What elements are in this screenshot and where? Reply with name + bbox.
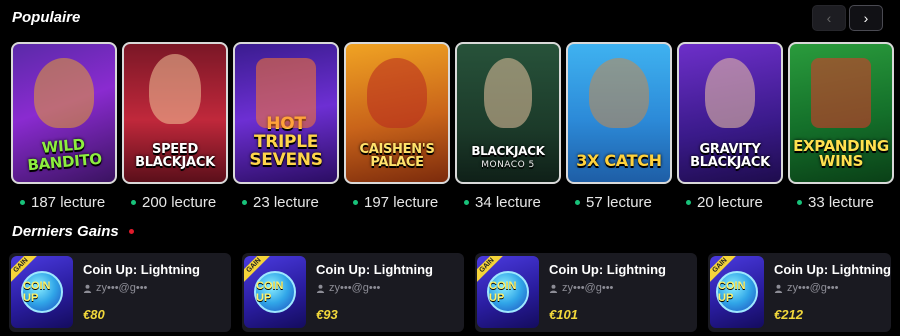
game-card[interactable]: Hot Triple Sevens 23 lecture (233, 42, 339, 211)
game-card[interactable]: Expanding Wins 33 lecture (788, 42, 894, 211)
game-art (705, 58, 755, 128)
play-count: 34 lecture (455, 194, 561, 211)
game-card[interactable]: 3x Catch 57 lecture (566, 42, 672, 211)
win-card[interactable]: GAIN COIN UP Coin Up: Lightning zy•••@g•… (242, 253, 464, 332)
game-thumbnail[interactable]: GAIN COIN UP (477, 256, 539, 328)
user-icon (316, 284, 325, 293)
game-card[interactable]: Speed Blackjack 200 lecture (122, 42, 228, 211)
win-game-name: Coin Up: Lightning (316, 262, 433, 277)
game-title: Expanding Wins (793, 136, 889, 171)
game-thumbnail[interactable]: Hot Triple Sevens (233, 42, 339, 184)
win-user: zy•••@g••• (774, 282, 891, 294)
coin-icon: COIN UP (254, 271, 296, 313)
game-title: Speed Blackjack (135, 141, 215, 171)
game-art (484, 58, 532, 128)
game-art (34, 58, 94, 128)
online-dot-icon (242, 200, 247, 205)
win-amount: €93 (316, 307, 338, 322)
coin-icon: COIN UP (487, 271, 529, 313)
win-amount: €212 (774, 307, 803, 322)
game-title: Wild Bandito (26, 134, 103, 174)
game-title: 3x Catch (576, 151, 662, 171)
chevron-right-icon: › (863, 10, 869, 26)
play-count: 20 lecture (677, 194, 783, 211)
win-game-name: Coin Up: Lightning (83, 262, 200, 277)
online-dot-icon (575, 200, 580, 205)
popular-section-title: Populaire (12, 9, 81, 26)
online-dot-icon (686, 200, 691, 205)
online-dot-icon (20, 200, 25, 205)
play-count: 23 lecture (233, 194, 339, 211)
play-count: 57 lecture (566, 194, 672, 211)
chevron-left-icon: ‹ (826, 10, 832, 26)
coin-icon: COIN UP (21, 271, 63, 313)
game-thumbnail[interactable]: 3x Catch (566, 42, 672, 184)
online-dot-icon (353, 200, 358, 205)
game-subtitle: Monaco 5 (481, 159, 535, 170)
game-art (256, 58, 316, 128)
game-art (811, 58, 871, 128)
online-dot-icon (464, 200, 469, 205)
game-thumbnail[interactable]: Gravity Blackjack (677, 42, 783, 184)
win-game-name: Coin Up: Lightning (774, 262, 891, 277)
game-thumbnail[interactable]: GAIN COIN UP (244, 256, 306, 328)
game-thumbnail[interactable]: Wild Bandito (11, 42, 117, 184)
win-amount: €80 (83, 307, 105, 322)
win-card[interactable]: GAIN COIN UP Coin Up: Lightning zy•••@g•… (475, 253, 697, 332)
game-title: Gravity Blackjack (690, 141, 770, 171)
game-thumbnail[interactable]: GAIN COIN UP (710, 256, 765, 328)
play-count: 187 lecture (11, 194, 117, 211)
carousel-nav: ‹ › (812, 5, 883, 31)
live-indicator-icon (128, 229, 134, 234)
game-card[interactable]: Wild Bandito 187 lecture (11, 42, 117, 211)
game-title: Blackjack Monaco 5 (471, 143, 545, 170)
user-icon (549, 284, 558, 293)
win-user: zy•••@g••• (83, 282, 200, 294)
popular-games-row: Wild Bandito 187 lecture Speed Blackjack… (11, 42, 894, 211)
play-count: 33 lecture (788, 194, 894, 211)
user-icon (774, 284, 783, 293)
game-card[interactable]: Blackjack Monaco 5 34 lecture (455, 42, 561, 211)
game-thumbnail[interactable]: GAIN COIN UP (11, 256, 73, 328)
win-card[interactable]: GAIN COIN UP Coin Up: Lightning zy•••@g•… (708, 253, 891, 332)
game-thumbnail[interactable]: Expanding Wins (788, 42, 894, 184)
game-art (367, 58, 427, 128)
win-amount: €101 (549, 307, 578, 322)
recent-wins-row: GAIN COIN UP Coin Up: Lightning zy•••@g•… (9, 253, 891, 332)
win-card[interactable]: GAIN COIN UP Coin Up: Lightning zy•••@g•… (9, 253, 231, 332)
game-title: Caishen's Palace (359, 141, 435, 171)
game-art (149, 54, 201, 124)
online-dot-icon (131, 200, 136, 205)
win-game-name: Coin Up: Lightning (549, 262, 666, 277)
coin-icon: COIN UP (716, 271, 759, 313)
win-user: zy•••@g••• (549, 282, 666, 294)
online-dot-icon (797, 200, 802, 205)
game-card[interactable]: Caishen's Palace 197 lecture (344, 42, 450, 211)
game-thumbnail[interactable]: Speed Blackjack (122, 42, 228, 184)
carousel-prev-button[interactable]: ‹ (812, 5, 846, 31)
carousel-next-button[interactable]: › (849, 5, 883, 31)
game-card[interactable]: Gravity Blackjack 20 lecture (677, 42, 783, 211)
play-count: 200 lecture (122, 194, 228, 211)
game-art (589, 58, 649, 128)
play-count: 197 lecture (344, 194, 450, 211)
win-user: zy•••@g••• (316, 282, 433, 294)
user-icon (83, 284, 92, 293)
recent-wins-section-title: Derniers Gains (12, 223, 134, 240)
game-thumbnail[interactable]: Caishen's Palace (344, 42, 450, 184)
game-thumbnail[interactable]: Blackjack Monaco 5 (455, 42, 561, 184)
